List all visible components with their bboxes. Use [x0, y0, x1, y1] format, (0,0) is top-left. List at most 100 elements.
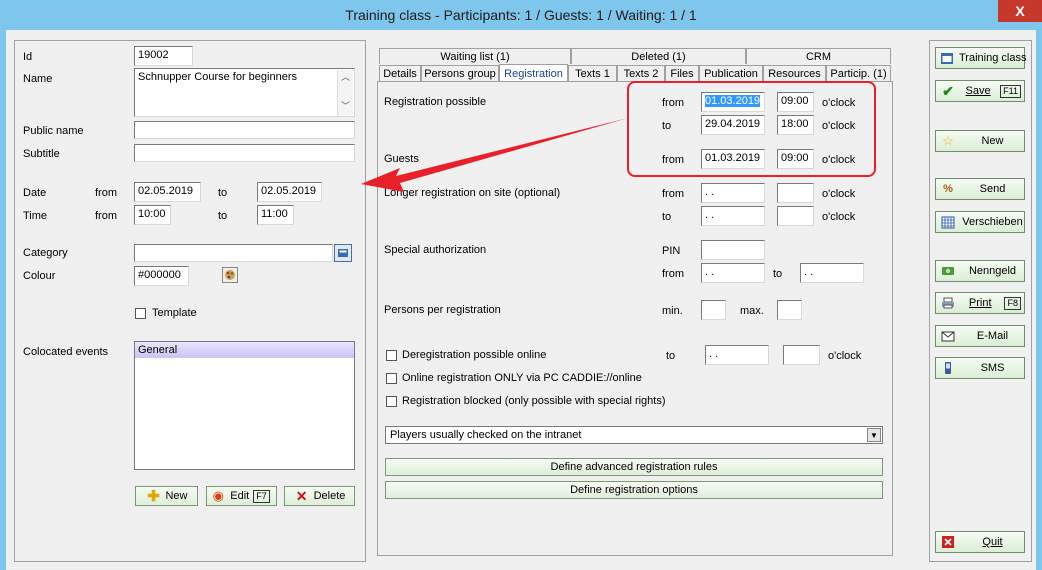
new-event-label: New — [165, 490, 188, 502]
special-to-date-field[interactable]: . . — [800, 263, 864, 283]
dereg-to-label: to — [666, 350, 676, 362]
new-event-button[interactable]: ✚ New — [135, 486, 198, 506]
id-field[interactable]: 19002 — [134, 46, 193, 66]
max-label: max. — [740, 305, 764, 317]
time-to-field[interactable]: 11:00 — [257, 205, 294, 225]
tab-persons-group[interactable]: Persons group — [421, 65, 499, 81]
new-button[interactable]: ☆ New — [935, 130, 1025, 152]
tab-resources[interactable]: Resources — [763, 65, 826, 81]
tab-registration[interactable]: Registration — [499, 64, 568, 82]
dereg-to-date-field[interactable]: . . — [705, 345, 769, 365]
longer-from-label: from — [662, 188, 684, 200]
date-to-label: to — [218, 187, 228, 199]
nenngeld-button[interactable]: Nenngeld — [935, 260, 1025, 282]
tab-details[interactable]: Details — [379, 65, 421, 81]
dropdown-value: Players usually checked on the intranet — [390, 429, 582, 441]
date-to-field[interactable]: 02.05.2019 — [257, 182, 322, 202]
email-button[interactable]: E-Mail — [935, 325, 1025, 347]
window-titlebar: Training class - Participants: 1 / Guest… — [0, 0, 1042, 30]
registration-blocked-checkbox[interactable] — [386, 396, 397, 407]
reg-from-time-field[interactable]: 09:00 — [777, 92, 814, 112]
save-button[interactable]: ✔ Save F11 — [935, 80, 1025, 102]
registration-options-button[interactable]: Define registration options — [385, 481, 883, 499]
min-field[interactable] — [701, 300, 726, 320]
edit-event-button[interactable]: ◉ Edit F7 — [206, 486, 277, 506]
quit-button[interactable]: Quit — [935, 531, 1025, 553]
tab-particip[interactable]: Particip. (1) — [826, 65, 891, 81]
tab-crm[interactable]: CRM — [746, 48, 891, 64]
scroll-up-icon[interactable]: ︿ — [338, 70, 353, 86]
advanced-rules-label: Define advanced registration rules — [550, 461, 718, 473]
quit-label: Quit — [982, 536, 1003, 548]
max-field[interactable] — [777, 300, 802, 320]
dereg-to-time-field[interactable] — [783, 345, 820, 365]
guest-from-date-field[interactable]: 01.03.2019 — [701, 149, 765, 169]
close-button[interactable]: X — [998, 0, 1042, 22]
tab-waiting-list[interactable]: Waiting list (1) — [379, 48, 571, 64]
send-label: Send — [979, 183, 1006, 195]
delete-icon: ✕ — [295, 487, 308, 504]
deregistration-checkbox[interactable] — [386, 350, 397, 361]
public-name-field[interactable] — [134, 121, 355, 139]
category-picker-icon[interactable] — [334, 244, 352, 262]
name-scrollbar[interactable]: ︿ ﹀ — [337, 70, 353, 115]
training-class-label: Training class — [959, 52, 1027, 64]
name-field[interactable]: Schnupper Course for beginners — [134, 68, 355, 117]
scroll-down-icon[interactable]: ﹀ — [338, 99, 353, 115]
print-button[interactable]: Print F8 — [935, 292, 1025, 314]
tab-deleted[interactable]: Deleted (1) — [571, 48, 746, 64]
public-name-label: Public name — [23, 125, 84, 137]
date-from-field[interactable]: 02.05.2019 — [134, 182, 201, 202]
template-checkbox[interactable] — [135, 308, 146, 319]
colocated-list[interactable]: General — [134, 341, 355, 470]
special-from-date-field[interactable]: . . — [701, 263, 765, 283]
reg-to-date-field[interactable]: 29.04.2019 — [701, 115, 765, 135]
date-from-label: from — [95, 187, 117, 199]
chevron-down-icon[interactable]: ▼ — [867, 428, 881, 442]
longer-to-oclock: o'clock — [822, 211, 856, 223]
tab-resources-label: Resources — [768, 67, 821, 80]
list-item[interactable]: General — [135, 342, 354, 358]
longer-from-time-field[interactable] — [777, 183, 814, 203]
colour-field[interactable]: #000000 — [134, 266, 189, 286]
deregistration-label: Deregistration possible online — [402, 349, 547, 361]
close-icon — [940, 535, 956, 549]
star-icon: ☆ — [942, 133, 954, 148]
tab-texts-2[interactable]: Texts 2 — [617, 65, 665, 81]
special-from-label: from — [662, 268, 684, 280]
verschieben-button[interactable]: Verschieben — [935, 211, 1025, 233]
reg-from-date-value: 01.03.2019 — [705, 95, 761, 107]
reg-from-date-field[interactable]: 01.03.2019 — [701, 92, 765, 112]
colour-palette-icon[interactable] — [222, 267, 238, 283]
tab-persons-group-label: Persons group — [424, 67, 496, 80]
pin-field[interactable] — [701, 240, 765, 260]
tab-files[interactable]: Files — [665, 65, 699, 81]
tab-particip-label: Particip. (1) — [830, 67, 887, 80]
subtitle-field[interactable] — [134, 144, 355, 162]
sms-button[interactable]: SMS — [935, 357, 1025, 379]
time-from-label: from — [95, 210, 117, 222]
delete-event-button[interactable]: ✕ Delete — [284, 486, 355, 506]
send-button[interactable]: % Send — [935, 178, 1025, 200]
longer-to-date-field[interactable]: . . — [701, 206, 765, 226]
online-only-checkbox[interactable] — [386, 373, 397, 384]
guest-from-time-field[interactable]: 09:00 — [777, 149, 814, 169]
colocated-item-label: General — [138, 344, 178, 356]
money-icon — [940, 264, 956, 278]
pin-label: PIN — [662, 245, 681, 257]
training-class-button[interactable]: Training class — [935, 47, 1027, 69]
calendar-icon — [940, 51, 954, 65]
category-field[interactable] — [134, 244, 333, 262]
reg-to-time-field[interactable]: 18:00 — [777, 115, 814, 135]
time-from-field[interactable]: 10:00 — [134, 205, 171, 225]
tab-texts-1[interactable]: Texts 1 — [568, 65, 617, 81]
longer-from-date-field[interactable]: . . — [701, 183, 765, 203]
online-only-label: Online registration ONLY via PC CADDIE:/… — [402, 372, 642, 384]
registration-blocked-label: Registration blocked (only possible with… — [402, 395, 666, 407]
intranet-check-dropdown[interactable]: Players usually checked on the intranet … — [385, 426, 883, 444]
edit-event-label: Edit — [230, 490, 250, 502]
tab-publication[interactable]: Publication — [699, 65, 763, 81]
advanced-rules-button[interactable]: Define advanced registration rules — [385, 458, 883, 476]
special-to-label: to — [773, 268, 783, 280]
longer-to-time-field[interactable] — [777, 206, 814, 226]
